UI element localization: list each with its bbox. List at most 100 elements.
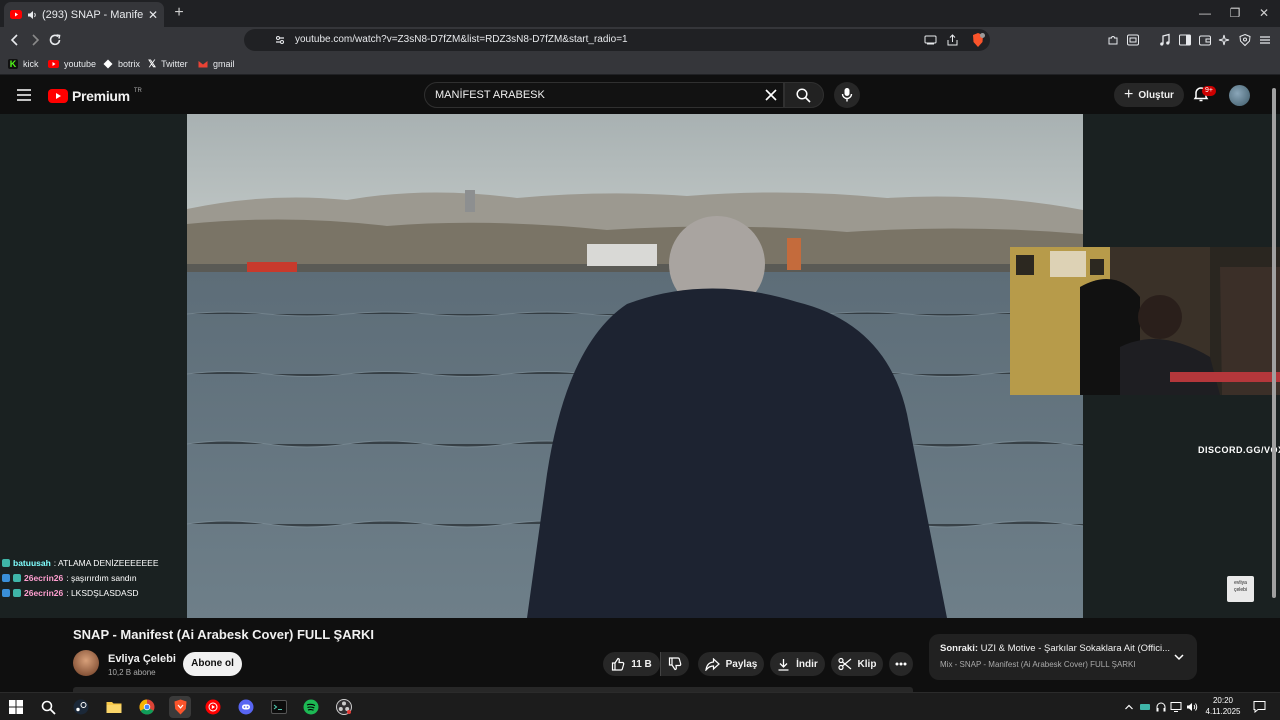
chevron-down-icon[interactable] bbox=[1173, 651, 1185, 663]
leo-ai-icon[interactable] bbox=[1218, 33, 1232, 47]
minimize-button[interactable]: — bbox=[1196, 4, 1214, 22]
chat-badge-icon bbox=[2, 559, 10, 567]
search-input[interactable]: MANİFEST ARABESK bbox=[424, 82, 784, 108]
like-button[interactable]: 11 B bbox=[603, 652, 660, 676]
youtube-logo-icon bbox=[48, 89, 68, 103]
headset-icon[interactable] bbox=[1155, 701, 1167, 713]
brave-icon[interactable] bbox=[169, 696, 191, 718]
close-tab-icon[interactable]: ✕ bbox=[148, 8, 158, 22]
windows-start-icon[interactable] bbox=[5, 696, 27, 718]
steam-icon[interactable] bbox=[70, 696, 92, 718]
plus-icon: + bbox=[1124, 86, 1134, 103]
site-settings-icon[interactable] bbox=[274, 34, 286, 46]
youtube-music-icon[interactable] bbox=[202, 696, 224, 718]
chrome-icon[interactable] bbox=[136, 696, 158, 718]
account-avatar[interactable] bbox=[1229, 85, 1250, 106]
bookmark-label: youtube bbox=[64, 59, 97, 69]
channel-avatar[interactable] bbox=[73, 650, 99, 676]
bookmark-twitter[interactable]: 𝕏 Twitter bbox=[148, 57, 188, 71]
bookmark-kick[interactable]: K kick bbox=[8, 57, 39, 71]
spotify-icon[interactable] bbox=[300, 696, 322, 718]
vpn-shield-icon[interactable] bbox=[1238, 33, 1252, 47]
forward-button[interactable] bbox=[26, 31, 44, 49]
bookmark-botrix[interactable]: botrix bbox=[103, 57, 140, 71]
chat-text: : ATLAMA DENİZEEEEEEE bbox=[53, 558, 159, 568]
up-next-card[interactable]: Sonraki: UZI & Motive - Şarkılar Sokakla… bbox=[929, 634, 1197, 680]
extension-translate-icon[interactable] bbox=[1126, 33, 1140, 47]
subscribe-button[interactable]: Abone ol bbox=[183, 652, 242, 676]
logo-text: Premium bbox=[72, 88, 130, 104]
chat-message: 26ecrin26 : LKSDŞLASDASD bbox=[2, 588, 139, 598]
reload-button[interactable] bbox=[46, 31, 64, 49]
brave-shields-icon[interactable] bbox=[970, 32, 986, 48]
volume-icon[interactable] bbox=[1186, 701, 1198, 713]
music-note-icon[interactable] bbox=[1158, 33, 1172, 47]
terminal-icon[interactable] bbox=[268, 696, 290, 718]
clear-search-icon[interactable] bbox=[765, 89, 777, 101]
new-tab-button[interactable]: + bbox=[170, 4, 188, 22]
hamburger-menu-icon[interactable] bbox=[16, 87, 32, 103]
extensions-icon[interactable] bbox=[1106, 33, 1120, 47]
youtube-premium-logo[interactable]: Premium TR bbox=[48, 88, 142, 104]
voice-search-button[interactable] bbox=[834, 82, 860, 108]
taskbar-time[interactable]: 20:20 bbox=[1207, 696, 1239, 705]
menu-icon[interactable] bbox=[1258, 33, 1272, 47]
share-button[interactable]: Paylaş bbox=[698, 652, 764, 676]
back-button[interactable] bbox=[6, 31, 24, 49]
botrix-icon bbox=[103, 59, 113, 69]
address-bar[interactable]: youtube.com/watch?v=Z3sN8-D7fZM&list=RDZ… bbox=[244, 29, 990, 51]
watermark-line: evliya bbox=[1234, 580, 1247, 586]
speaker-icon[interactable] bbox=[27, 10, 37, 20]
cast-icon[interactable] bbox=[924, 34, 937, 46]
notification-center-icon[interactable] bbox=[1253, 700, 1266, 713]
bookmark-youtube[interactable]: youtube bbox=[48, 57, 96, 71]
chat-badge-icon bbox=[2, 574, 10, 582]
logo-country: TR bbox=[133, 88, 142, 94]
search-icon[interactable] bbox=[37, 696, 59, 718]
share-page-icon[interactable] bbox=[946, 34, 959, 46]
bookmark-label: gmail bbox=[213, 59, 235, 69]
wallet-icon[interactable] bbox=[1198, 33, 1212, 47]
restore-button[interactable]: ❐ bbox=[1226, 4, 1244, 22]
search-button[interactable] bbox=[784, 82, 824, 108]
create-button[interactable]: + Oluştur bbox=[1114, 83, 1184, 107]
browser-tab[interactable]: (293) SNAP - Manifest (Ai Ara ✕ bbox=[4, 2, 164, 27]
chat-badge-icon bbox=[13, 574, 21, 582]
x-icon: 𝕏 bbox=[148, 58, 157, 70]
url-text: youtube.com/watch?v=Z3sN8-D7fZM&list=RDZ… bbox=[295, 34, 628, 45]
ethernet-icon[interactable] bbox=[1170, 701, 1182, 713]
chat-username: 26ecrin26 bbox=[24, 573, 64, 583]
file-explorer-icon[interactable] bbox=[103, 696, 125, 718]
download-icon bbox=[777, 658, 790, 671]
bookmark-label: kick bbox=[23, 59, 39, 69]
kick-icon: K bbox=[8, 59, 18, 69]
chat-text: : şaşırırdım sandın bbox=[66, 573, 137, 583]
network-device-icon[interactable] bbox=[1139, 701, 1151, 713]
dislike-button[interactable] bbox=[660, 652, 689, 676]
obs-icon[interactable] bbox=[333, 696, 355, 718]
close-window-button[interactable]: ✕ bbox=[1255, 4, 1273, 22]
youtube-icon bbox=[48, 60, 59, 68]
more-actions-button[interactable] bbox=[889, 652, 913, 676]
up-next-title-line: Sonraki: UZI & Motive - Şarkılar Sokakla… bbox=[940, 643, 1170, 654]
channel-watermark-logo[interactable]: evliya çelebi bbox=[1227, 576, 1254, 602]
discord-overlay-text: DISCORD.GG/VOXZ bbox=[1198, 445, 1280, 455]
channel-name[interactable]: Evliya Çelebi bbox=[108, 653, 176, 665]
share-arrow-icon bbox=[704, 657, 720, 671]
chat-message: 26ecrin26 : şaşırırdım sandın bbox=[2, 573, 137, 583]
download-button[interactable]: İndir bbox=[770, 652, 825, 676]
discord-icon[interactable] bbox=[235, 696, 257, 718]
bookmark-gmail[interactable]: gmail bbox=[198, 57, 235, 71]
sidebar-icon[interactable] bbox=[1178, 33, 1192, 47]
chat-badge-icon bbox=[2, 589, 10, 597]
clip-button[interactable]: Klip bbox=[831, 652, 883, 676]
chevron-up-icon[interactable] bbox=[1123, 701, 1135, 713]
streamer-webcam bbox=[1010, 247, 1280, 395]
page-scrollbar-thumb[interactable] bbox=[1272, 88, 1276, 598]
tab-title: (293) SNAP - Manifest (Ai Ara bbox=[42, 8, 143, 21]
more-horizontal-icon bbox=[895, 662, 907, 666]
thumbs-up-icon bbox=[611, 657, 625, 671]
video-player[interactable] bbox=[187, 114, 1083, 618]
like-count: 11 B bbox=[631, 658, 652, 670]
taskbar-date[interactable]: 4.11.2025 bbox=[1203, 707, 1243, 716]
